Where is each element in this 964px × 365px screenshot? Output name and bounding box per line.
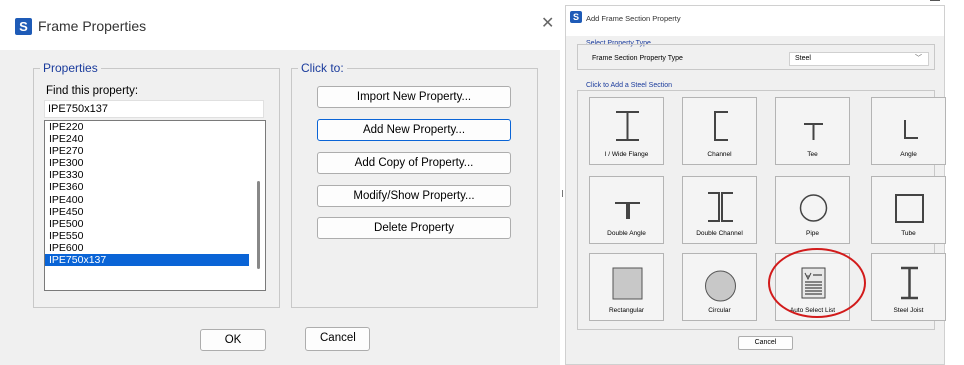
delete-property-button[interactable]: Delete Property bbox=[317, 217, 511, 239]
add-copy-of-property-button[interactable]: Add Copy of Property... bbox=[317, 152, 511, 174]
property-type-select[interactable]: Steel ﹀ bbox=[789, 52, 929, 66]
find-property-input[interactable]: IPE750x137 bbox=[44, 100, 264, 118]
window-title: Frame Properties bbox=[38, 18, 147, 34]
find-property-label: Find this property: bbox=[46, 85, 139, 97]
i-beam-icon bbox=[616, 111, 639, 141]
tile-label: Angle bbox=[900, 151, 917, 158]
corner-dash bbox=[930, 0, 940, 1]
ok-button[interactable]: OK bbox=[200, 329, 266, 351]
list-item[interactable]: IPE500 bbox=[45, 218, 265, 230]
circular-icon bbox=[705, 270, 736, 302]
list-item[interactable]: IPE240 bbox=[45, 133, 265, 145]
window-edge-marker bbox=[562, 190, 563, 197]
import-new-property-button[interactable]: Import New Property... bbox=[317, 86, 511, 108]
tile-channel[interactable]: Channel bbox=[682, 97, 757, 165]
list-item[interactable]: IPE300 bbox=[45, 157, 265, 169]
click-to-group-label: Click to: bbox=[298, 61, 347, 75]
property-type-field-label: Frame Section Property Type bbox=[592, 55, 683, 62]
tile-tee[interactable]: Tee bbox=[775, 97, 850, 165]
list-item[interactable]: IPE270 bbox=[45, 145, 265, 157]
tile-tube[interactable]: Tube bbox=[871, 176, 946, 244]
tile-label: Rectangular bbox=[608, 307, 645, 314]
list-item[interactable]: IPE330 bbox=[45, 169, 265, 181]
cancel-button[interactable]: Cancel bbox=[305, 327, 370, 351]
steel-joist-icon bbox=[901, 266, 918, 300]
channel-icon bbox=[714, 111, 728, 141]
list-item[interactable]: IPE360 bbox=[45, 181, 265, 193]
tile-label: Tube bbox=[901, 230, 916, 237]
list-item[interactable]: IPE550 bbox=[45, 230, 265, 242]
tile-rectangular[interactable]: Rectangular bbox=[589, 253, 664, 321]
pipe-icon bbox=[799, 194, 828, 222]
double-channel-icon bbox=[708, 192, 733, 222]
tile-label: Steel Joist bbox=[893, 307, 924, 314]
app-logo-icon: S bbox=[15, 18, 32, 35]
add-section-titlebar: S Add Frame Section Property bbox=[566, 6, 944, 36]
tile-angle[interactable]: Angle bbox=[871, 97, 946, 165]
cancel-button[interactable]: Cancel bbox=[738, 336, 793, 350]
property-list[interactable]: IPE220 IPE240 IPE270 IPE300 IPE330 IPE36… bbox=[44, 120, 266, 291]
tile-label: Double Angle bbox=[607, 230, 646, 237]
list-item[interactable]: IPE450 bbox=[45, 206, 265, 218]
angle-icon bbox=[904, 120, 918, 139]
tee-icon bbox=[804, 123, 823, 140]
tile-double-angle[interactable]: Double Angle bbox=[589, 176, 664, 244]
list-item[interactable]: IPE220 bbox=[45, 121, 265, 133]
list-item[interactable]: IPE400 bbox=[45, 194, 265, 206]
tile-pipe[interactable]: Pipe bbox=[775, 176, 850, 244]
tile-label: I / Wide Flange bbox=[604, 151, 649, 158]
list-item[interactable]: IPE600 bbox=[45, 242, 265, 254]
tile-i-wide-flange[interactable]: I / Wide Flange bbox=[589, 97, 664, 165]
frame-properties-titlebar: S Frame Properties ✕ bbox=[0, 0, 560, 50]
list-item-selected[interactable]: IPE750x137 bbox=[45, 254, 249, 267]
tile-circular[interactable]: Circular bbox=[682, 253, 757, 321]
frame-properties-window: S Frame Properties ✕ Properties Find thi… bbox=[0, 0, 560, 365]
add-new-property-button[interactable]: Add New Property... bbox=[317, 119, 511, 141]
tile-label: Pipe bbox=[805, 230, 819, 237]
list-scrollbar[interactable] bbox=[257, 181, 260, 269]
highlight-circle bbox=[768, 248, 866, 318]
tile-double-channel[interactable]: Double Channel bbox=[682, 176, 757, 244]
app-logo-icon: S bbox=[570, 11, 582, 23]
click-to-add-label: Click to Add a Steel Section bbox=[586, 82, 672, 89]
double-angle-icon bbox=[615, 202, 640, 219]
tile-label: Double Channel bbox=[696, 230, 743, 237]
properties-group-label: Properties bbox=[40, 61, 101, 75]
modify-show-property-button[interactable]: Modify/Show Property... bbox=[317, 185, 511, 207]
screenshot-stage: S Frame Properties ✕ Properties Find thi… bbox=[0, 0, 964, 365]
tube-icon bbox=[895, 194, 924, 223]
rectangular-icon bbox=[612, 267, 643, 300]
tile-label: Circular bbox=[708, 307, 731, 314]
tile-label: Channel bbox=[707, 151, 732, 158]
close-icon[interactable]: ✕ bbox=[541, 13, 554, 33]
tile-label: Tee bbox=[807, 151, 818, 158]
property-type-value: Steel bbox=[795, 55, 811, 62]
chevron-down-icon: ﹀ bbox=[915, 55, 922, 62]
add-section-title: Add Frame Section Property bbox=[586, 14, 681, 23]
tile-steel-joist[interactable]: Steel Joist bbox=[871, 253, 946, 321]
